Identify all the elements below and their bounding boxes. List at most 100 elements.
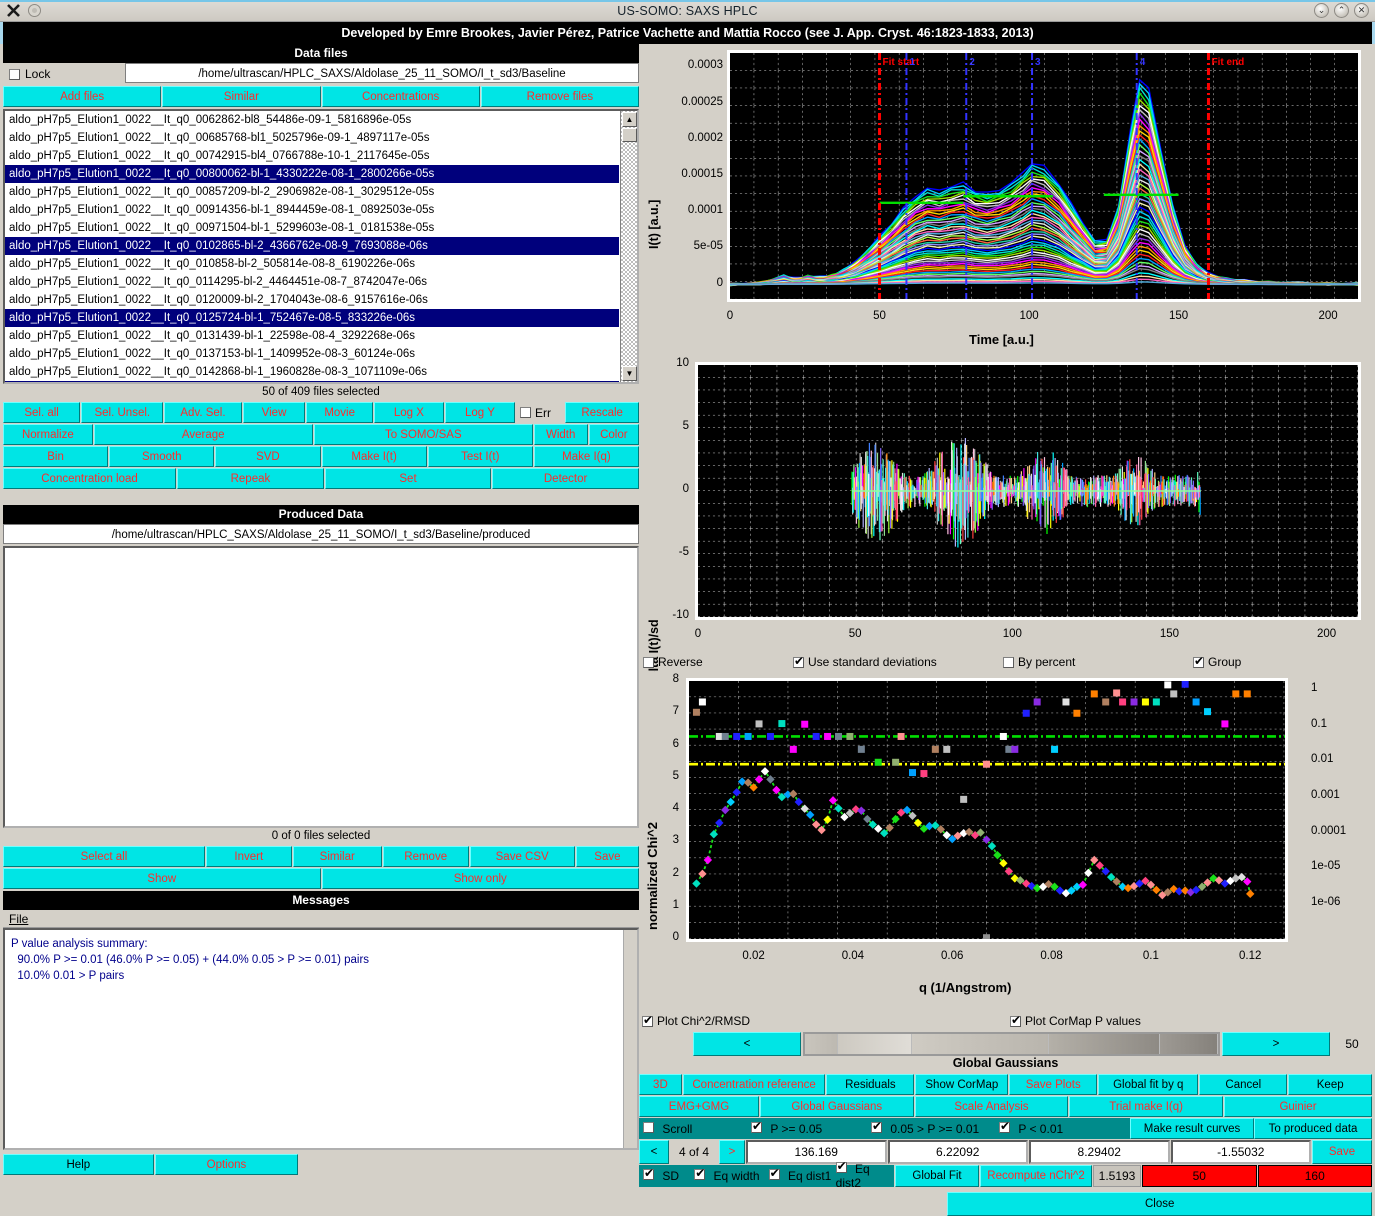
slider-thumb[interactable]: [1160, 1034, 1218, 1054]
produced-remove-button[interactable]: Remove: [383, 846, 469, 867]
data-file-row[interactable]: aldo_pH7p5_Elution1_0022__It_q0_0062862-…: [5, 111, 619, 129]
plot-chi2-pvalue[interactable]: normalized Chi^2 P value (log scale) 012…: [639, 672, 1372, 1012]
fit-start-value[interactable]: 50: [1142, 1165, 1257, 1187]
concentration-reference-button[interactable]: Concentration reference: [683, 1074, 826, 1095]
sd-option[interactable]: SD: [643, 1169, 694, 1183]
global-gaussians-button[interactable]: Global Gaussians: [760, 1096, 914, 1117]
reverse-checkbox[interactable]: [643, 657, 654, 668]
logy-button[interactable]: Log Y: [445, 402, 515, 423]
3d-button[interactable]: 3D: [639, 1074, 682, 1095]
scroll-up-icon[interactable]: ▲: [622, 112, 637, 127]
p-mid-option[interactable]: 0.05 > P >= 0.01: [871, 1122, 999, 1136]
sel-all-button[interactable]: Sel. all: [3, 402, 80, 423]
invert-button[interactable]: Invert: [206, 846, 292, 867]
scroll-checkbox[interactable]: [643, 1122, 654, 1133]
position-slider[interactable]: [803, 1032, 1220, 1056]
scroll-thumb[interactable]: [622, 128, 637, 142]
eq-width-option[interactable]: Eq width: [694, 1169, 768, 1183]
show-cormap-button[interactable]: Show CorMap: [915, 1074, 1008, 1095]
data-file-row[interactable]: aldo_pH7p5_Elution1_0022__It_q0_0102865-…: [5, 237, 619, 255]
repeak-button[interactable]: Repeak: [177, 468, 324, 489]
minimize-button[interactable]: ⌄: [1314, 3, 1329, 18]
logx-button[interactable]: Log X: [374, 402, 444, 423]
eq-dist2-checkbox[interactable]: [836, 1162, 847, 1173]
adv-sel-button[interactable]: Adv. Sel.: [164, 402, 241, 423]
keep-button[interactable]: Keep: [1288, 1074, 1372, 1095]
group-checkbox[interactable]: [1193, 657, 1204, 668]
eq-width-checkbox[interactable]: [694, 1169, 705, 1180]
data-file-row[interactable]: aldo_pH7p5_Elution1_0022__It_q0_00742915…: [5, 147, 619, 165]
sd-checkbox[interactable]: [643, 1169, 654, 1180]
slider-next-button[interactable]: >: [1222, 1032, 1330, 1056]
recompute-nchi2-button[interactable]: Recompute nChi^2: [980, 1165, 1092, 1187]
plot2-canvas[interactable]: [695, 362, 1361, 620]
select-all-button[interactable]: Select all: [3, 846, 205, 867]
gaussian-field-dist[interactable]: -1.55032: [1171, 1140, 1312, 1164]
make-result-curves-button[interactable]: Make result curves: [1130, 1118, 1254, 1139]
normalize-button[interactable]: Normalize: [3, 424, 93, 445]
p-lt-001-checkbox[interactable]: [999, 1122, 1010, 1133]
err-checkbox[interactable]: [520, 407, 531, 418]
movie-button[interactable]: Movie: [306, 402, 372, 423]
data-file-row[interactable]: aldo_pH7p5_Elution1_0022__It_q0_0148583-…: [5, 381, 619, 384]
close-button[interactable]: Close: [947, 1192, 1372, 1216]
plot1-canvas[interactable]: Fit start1234Fit end: [727, 50, 1361, 302]
smooth-button[interactable]: Smooth: [109, 446, 214, 467]
make-it-button[interactable]: Make I(t): [322, 446, 427, 467]
slider-prev-button[interactable]: <: [693, 1032, 801, 1056]
gaussian-field-amplitude[interactable]: 6.22092: [888, 1140, 1029, 1164]
produced-save-button[interactable]: Save: [576, 846, 639, 867]
p-ge-005-checkbox[interactable]: [751, 1122, 762, 1133]
data-file-row[interactable]: aldo_pH7p5_Elution1_0022__It_q0_0120009-…: [5, 291, 619, 309]
group-option[interactable]: Group: [1193, 655, 1241, 669]
data-file-row[interactable]: aldo_pH7p5_Elution1_0022__It_q0_00800062…: [5, 165, 619, 183]
plot-residuals[interactable]: delta I(t)/sd -10-50510 050100150200: [639, 356, 1372, 652]
err-control[interactable]: Err: [516, 402, 564, 423]
gaussian-next-button[interactable]: >: [719, 1140, 745, 1164]
plot-chi2-rmsd-checkbox[interactable]: [642, 1016, 653, 1027]
svd-button[interactable]: SVD: [215, 446, 320, 467]
test-it-button[interactable]: Test I(t): [428, 446, 533, 467]
to-produced-data-button[interactable]: To produced data: [1254, 1118, 1372, 1139]
set-button[interactable]: Set: [325, 468, 491, 489]
gaussian-field-center[interactable]: 136.169: [746, 1140, 887, 1164]
plot-cormap-option[interactable]: Plot CorMap P values: [1010, 1014, 1141, 1028]
use-sd-checkbox[interactable]: [793, 657, 804, 668]
global-fit-by-q-button[interactable]: Global fit by q: [1098, 1074, 1198, 1095]
options-button[interactable]: Options: [155, 1154, 299, 1175]
data-file-row[interactable]: aldo_pH7p5_Elution1_0022__It_q0_0131439-…: [5, 327, 619, 345]
data-files-list[interactable]: aldo_pH7p5_Elution1_0022__It_q0_0062862-…: [3, 109, 639, 384]
by-percent-checkbox[interactable]: [1003, 657, 1014, 668]
to-somo-sas-button[interactable]: To SOMO/SAS: [314, 424, 533, 445]
save-csv-button[interactable]: Save CSV: [470, 846, 575, 867]
scroll-down-icon[interactable]: ▼: [622, 366, 637, 381]
window-menu-icon[interactable]: [27, 3, 42, 18]
emg-gmg-button[interactable]: EMG+GMG: [639, 1096, 759, 1117]
trial-make-iq-button[interactable]: Trial make I(q): [1069, 1096, 1223, 1117]
gaussian-field-width[interactable]: 8.29402: [1029, 1140, 1170, 1164]
plot-it-vs-time[interactable]: I(t) [a.u.] 05e-050.00010.000150.00020.0…: [639, 44, 1372, 356]
help-button[interactable]: Help: [3, 1154, 154, 1175]
p-lt-001-option[interactable]: P < 0.01: [999, 1122, 1063, 1136]
data-file-row[interactable]: aldo_pH7p5_Elution1_0022__It_q0_0137153-…: [5, 345, 619, 363]
color-button[interactable]: Color: [589, 424, 639, 445]
remove-files-button[interactable]: Remove files: [481, 86, 639, 107]
plot-cormap-checkbox[interactable]: [1010, 1016, 1021, 1027]
data-file-row[interactable]: aldo_pH7p5_Elution1_0022__It_q0_00857209…: [5, 183, 619, 201]
bin-button[interactable]: Bin: [3, 446, 108, 467]
produced-data-list[interactable]: [3, 546, 639, 828]
close-window-button[interactable]: ✕: [1354, 3, 1369, 18]
eq-dist1-checkbox[interactable]: [769, 1169, 780, 1180]
view-button[interactable]: View: [243, 402, 306, 423]
use-sd-option[interactable]: Use standard deviations: [793, 655, 1003, 669]
p-ge-005-option[interactable]: P >= 0.05: [751, 1122, 871, 1136]
guinier-button[interactable]: Guinier: [1224, 1096, 1372, 1117]
rescale-button[interactable]: Rescale: [565, 402, 639, 423]
reverse-option[interactable]: Reverse: [643, 655, 793, 669]
plot3-canvas[interactable]: [686, 678, 1288, 942]
add-files-button[interactable]: Add files: [3, 86, 161, 107]
concentrations-button[interactable]: Concentrations: [322, 86, 480, 107]
fit-end-value[interactable]: 160: [1258, 1165, 1373, 1187]
messages-scrollbar[interactable]: [623, 930, 637, 1148]
data-file-row[interactable]: aldo_pH7p5_Elution1_0022__It_q0_00971504…: [5, 219, 619, 237]
